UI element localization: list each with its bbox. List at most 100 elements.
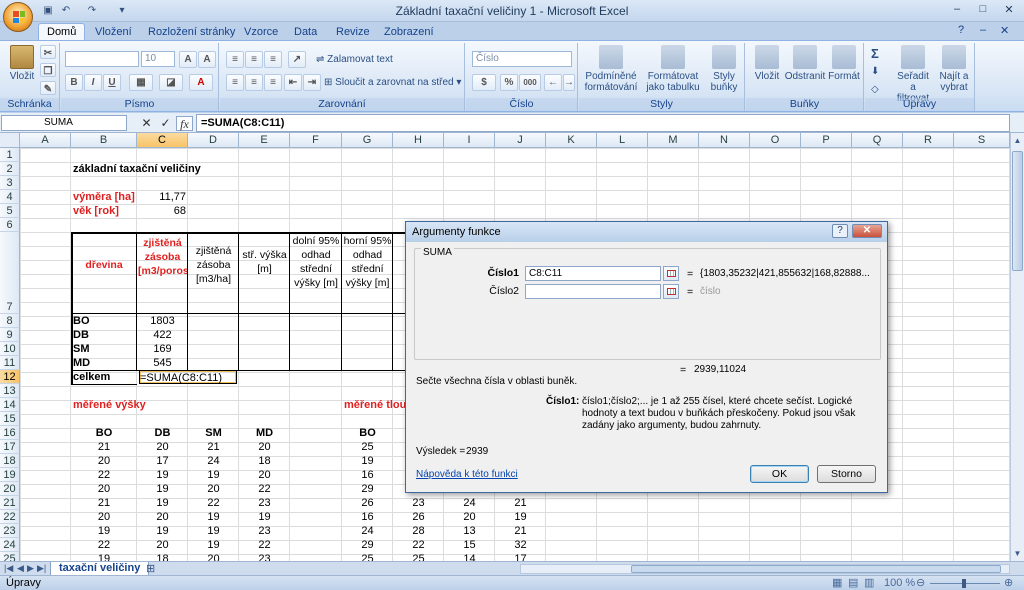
column-header-f[interactable]: F <box>290 133 342 148</box>
format-cells-button[interactable]: Formát <box>826 45 862 82</box>
percent-button[interactable]: % <box>500 74 518 91</box>
office-button[interactable] <box>3 2 33 32</box>
column-header-k[interactable]: K <box>546 133 597 148</box>
find-select-button[interactable]: Najít a vybrat <box>935 45 973 93</box>
last-sheet-icon[interactable]: ▶| <box>37 563 46 574</box>
font-name-dropdown[interactable] <box>65 51 139 67</box>
row-header-18[interactable]: 18 <box>0 454 20 468</box>
tab-vlozeni[interactable]: Vložení <box>87 24 140 41</box>
fill-color-icon[interactable]: ◪ <box>159 74 183 91</box>
row-header-12[interactable]: 12 <box>0 370 20 384</box>
column-header-c[interactable]: C <box>137 133 188 148</box>
column-header-q[interactable]: Q <box>852 133 903 148</box>
fill-icon[interactable]: ⬇ <box>871 63 879 80</box>
column-header-l[interactable]: L <box>597 133 648 148</box>
font-color-icon[interactable]: A <box>189 74 213 91</box>
column-header-n[interactable]: N <box>699 133 750 148</box>
page-break-icon[interactable]: ▥ <box>864 576 874 590</box>
dialog-close-button[interactable]: ✕ <box>852 224 882 238</box>
column-header-i[interactable]: I <box>444 133 495 148</box>
column-header-p[interactable]: P <box>801 133 852 148</box>
formula-input[interactable]: =SUMA(C8:C11) <box>196 114 1010 132</box>
thousands-button[interactable]: 000 <box>519 74 541 91</box>
paste-button[interactable]: Vložit <box>6 45 38 82</box>
row-header-22[interactable]: 22 <box>0 510 20 524</box>
zoom-slider-thumb[interactable] <box>962 579 966 588</box>
format-as-table-button[interactable]: Formátovat jako tabulku <box>643 45 703 93</box>
column-header-j[interactable]: J <box>495 133 546 148</box>
name-box[interactable]: SUMA <box>1 115 127 131</box>
scroll-down-icon[interactable]: ▼ <box>1011 546 1024 561</box>
row-header-13[interactable]: 13 <box>0 384 20 398</box>
row-header-5[interactable]: 5 <box>0 204 20 218</box>
conditional-formatting-button[interactable]: Podmíněné formátování <box>581 45 641 93</box>
italic-button[interactable]: I <box>84 74 102 91</box>
formula-enter-icon[interactable]: ✓ <box>157 116 174 131</box>
borders-icon[interactable]: ▦ <box>129 74 153 91</box>
next-sheet-icon[interactable]: ▶ <box>27 563 34 574</box>
row-header-3[interactable]: 3 <box>0 176 20 190</box>
arg1-ref-icon[interactable] <box>663 266 679 281</box>
decrease-indent-icon[interactable]: ⇤ <box>284 74 302 91</box>
tab-vzorce[interactable]: Vzorce <box>236 24 286 41</box>
row-header-20[interactable]: 20 <box>0 482 20 496</box>
row-header-10[interactable]: 10 <box>0 342 20 356</box>
arg2-input[interactable] <box>525 284 661 299</box>
row-header-24[interactable]: 24 <box>0 538 20 552</box>
align-right-icon[interactable]: ≡ <box>264 74 282 91</box>
tab-rozlozeni-stranky[interactable]: Rozložení stránky <box>140 24 243 41</box>
formula-cancel-icon[interactable]: ✕ <box>138 116 155 131</box>
row-header-7[interactable]: 7 <box>0 232 20 314</box>
dialog-help-button[interactable]: ? <box>832 224 848 238</box>
insert-function-icon[interactable]: fx <box>176 116 193 131</box>
row-header-17[interactable]: 17 <box>0 440 20 454</box>
align-top-icon[interactable]: ≡ <box>226 51 244 68</box>
new-sheet-icon[interactable]: ⊞ <box>146 562 155 575</box>
shrink-font-icon[interactable]: A <box>198 51 216 68</box>
align-left-icon[interactable]: ≡ <box>226 74 244 91</box>
row-header-21[interactable]: 21 <box>0 496 20 510</box>
row-header-1[interactable]: 1 <box>0 148 20 162</box>
page-layout-icon[interactable]: ▤ <box>848 576 858 590</box>
column-header-s[interactable]: S <box>954 133 1010 148</box>
arg1-input[interactable]: C8:C11 <box>525 266 661 281</box>
row-header-11[interactable]: 11 <box>0 356 20 370</box>
ribbon-minimize-icon[interactable]: – <box>980 24 986 36</box>
align-bottom-icon[interactable]: ≡ <box>264 51 282 68</box>
column-header-g[interactable]: G <box>342 133 393 148</box>
clear-icon[interactable]: ◇ <box>871 81 879 98</box>
format-painter-icon[interactable]: ✎ <box>40 81 56 95</box>
column-header-b[interactable]: B <box>71 133 137 148</box>
cell-styles-button[interactable]: Styly buňky <box>705 45 743 93</box>
column-header-e[interactable]: E <box>239 133 290 148</box>
row-header-19[interactable]: 19 <box>0 468 20 482</box>
row-header-25[interactable]: 25 <box>0 552 20 561</box>
maximize-button[interactable]: □ <box>970 0 996 18</box>
help-icon[interactable]: ? <box>958 24 964 36</box>
first-sheet-icon[interactable]: |◀ <box>4 563 13 574</box>
row-header-14[interactable]: 14 <box>0 398 20 412</box>
select-all-corner[interactable] <box>0 133 20 148</box>
row-header-16[interactable]: 16 <box>0 426 20 440</box>
increase-indent-icon[interactable]: ⇥ <box>303 74 321 91</box>
bold-button[interactable]: B <box>65 74 83 91</box>
row-header-4[interactable]: 4 <box>0 190 20 204</box>
dialog-title[interactable]: Argumenty funkce <box>406 222 887 242</box>
merge-center-button[interactable]: ⊞ Sloučit a zarovnat na střed ▾ <box>324 74 461 91</box>
ribbon-close-icon[interactable]: ✕ <box>1000 24 1009 37</box>
copy-icon[interactable]: ❐ <box>40 63 56 77</box>
insert-cells-button[interactable]: Vložit <box>748 45 786 82</box>
grow-font-icon[interactable]: A <box>179 51 197 68</box>
horizontal-scrollbar[interactable] <box>520 564 1010 574</box>
underline-button[interactable]: U <box>103 74 121 91</box>
row-header-8[interactable]: 8 <box>0 314 20 328</box>
row-header-23[interactable]: 23 <box>0 524 20 538</box>
horizontal-scroll-thumb[interactable] <box>631 565 1001 573</box>
prev-sheet-icon[interactable]: ◀ <box>17 563 24 574</box>
normal-view-icon[interactable]: ▦ <box>832 576 842 590</box>
currency-icon[interactable]: $ <box>472 74 496 91</box>
vertical-scroll-thumb[interactable] <box>1012 151 1023 271</box>
decrease-decimal-icon[interactable]: → <box>563 74 575 91</box>
tab-domu[interactable]: Domů <box>38 23 86 41</box>
sheet-tab-active[interactable]: taxační veličiny <box>50 562 150 576</box>
